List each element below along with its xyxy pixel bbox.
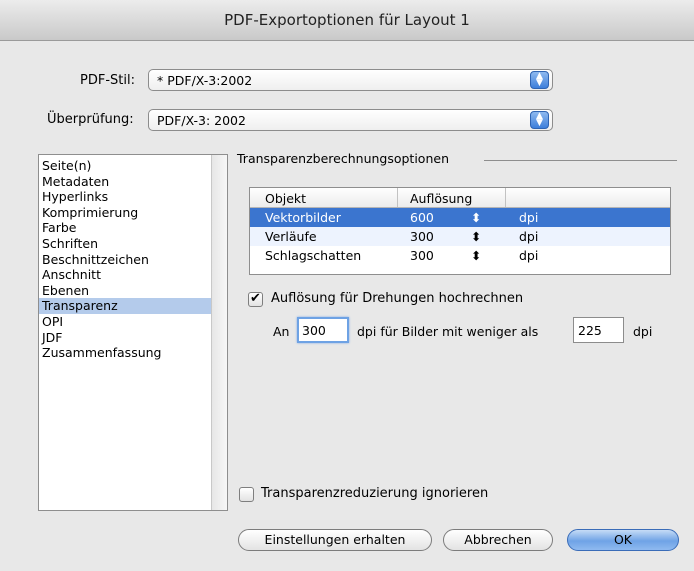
stepper-icon[interactable]: ⬍ <box>471 229 481 244</box>
upsample-checkbox[interactable]: ✔ <box>248 292 263 307</box>
popup-arrows-icon: ▲ ▼ <box>530 71 549 89</box>
sidebar-item-transparenz[interactable]: Transparenz <box>39 298 227 314</box>
threshold-dpi-field[interactable]: 225 <box>573 317 624 343</box>
stepper-icon[interactable]: ⬍ <box>471 248 481 263</box>
upsample-prefix: An <box>273 324 290 339</box>
window-title: PDF-Exportoptionen für Layout 1 <box>224 11 470 29</box>
section-title: Transparenzberechnungsoptionen <box>237 151 449 166</box>
row-object: Schlagschatten <box>265 248 362 263</box>
sidebar-item-metadaten[interactable]: Metadaten <box>39 174 227 190</box>
column-header-object[interactable]: Objekt <box>265 191 306 206</box>
pdf-style-popup[interactable]: * PDF/X-3:2002 ▲ ▼ <box>148 69 553 91</box>
sidebar-item-anschnitt[interactable]: Anschnitt <box>39 267 227 283</box>
category-list[interactable]: Seite(n) Metadaten Hyperlinks Komprimier… <box>38 154 228 511</box>
keep-settings-button[interactable]: Einstellungen erhalten <box>238 529 432 551</box>
row-resolution[interactable]: 300 <box>410 229 434 244</box>
ok-button[interactable]: OK <box>567 529 679 551</box>
column-separator <box>397 188 398 207</box>
verification-popup[interactable]: PDF/X-3: 2002 ▲ ▼ <box>148 109 553 131</box>
stepper-icon[interactable]: ⬍ <box>471 210 481 225</box>
table-row[interactable]: Vektorbilder 600 ⬍ dpi <box>250 208 670 227</box>
row-resolution[interactable]: 300 <box>410 248 434 263</box>
ignore-flattener-checkbox[interactable] <box>239 487 254 502</box>
upsample-middle-text: dpi für Bilder mit weniger als <box>357 324 539 339</box>
column-header-resolution[interactable]: Auflösung <box>410 191 472 206</box>
section-divider <box>484 160 677 161</box>
sidebar-item-schriften[interactable]: Schriften <box>39 236 227 252</box>
table-header: Objekt Auflösung <box>250 188 670 208</box>
threshold-suffix: dpi <box>633 324 653 339</box>
resolution-table[interactable]: Objekt Auflösung Vektorbilder 600 ⬍ dpi … <box>249 187 671 275</box>
sidebar-item-farbe[interactable]: Farbe <box>39 220 227 236</box>
sidebar-scrollbar[interactable] <box>211 155 227 510</box>
verification-label: Überprüfung: <box>47 112 134 127</box>
column-separator <box>505 188 506 207</box>
sidebar-item-ebenen[interactable]: Ebenen <box>39 283 227 299</box>
sidebar-item-zusammenfassung[interactable]: Zusammenfassung <box>39 345 227 361</box>
table-row[interactable]: Verläufe 300 ⬍ dpi <box>250 227 670 246</box>
table-row[interactable]: Schlagschatten 300 ⬍ dpi <box>250 246 670 265</box>
window-titlebar: PDF-Exportoptionen für Layout 1 <box>0 0 694 41</box>
cancel-button[interactable]: Abbrechen <box>443 529 553 551</box>
row-object: Verläufe <box>265 229 317 244</box>
ignore-flattener-label: Transparenzreduzierung ignorieren <box>261 486 489 501</box>
sidebar-item-opi[interactable]: OPI <box>39 314 227 330</box>
pdf-style-label: PDF-Stil: <box>80 73 135 88</box>
sidebar-item-beschnittzeichen[interactable]: Beschnittzeichen <box>39 252 227 268</box>
sidebar-item-komprimierung[interactable]: Komprimierung <box>39 205 227 221</box>
sidebar-item-seiten[interactable]: Seite(n) <box>39 158 227 174</box>
pdf-style-value: * PDF/X-3:2002 <box>157 73 253 88</box>
row-resolution[interactable]: 600 <box>410 210 434 225</box>
sidebar-item-hyperlinks[interactable]: Hyperlinks <box>39 189 227 205</box>
row-unit: dpi <box>519 210 539 225</box>
popup-arrows-icon: ▲ ▼ <box>530 111 549 129</box>
upsample-label: Auflösung für Drehungen hochrechnen <box>271 291 524 306</box>
upsample-dpi-field[interactable]: 300 <box>297 317 349 343</box>
row-unit: dpi <box>519 248 539 263</box>
verification-value: PDF/X-3: 2002 <box>157 113 246 128</box>
row-object: Vektorbilder <box>265 210 341 225</box>
pdf-export-dialog: PDF-Exportoptionen für Layout 1 PDF-Stil… <box>0 0 694 571</box>
row-unit: dpi <box>519 229 539 244</box>
sidebar-item-jdf[interactable]: JDF <box>39 330 227 346</box>
